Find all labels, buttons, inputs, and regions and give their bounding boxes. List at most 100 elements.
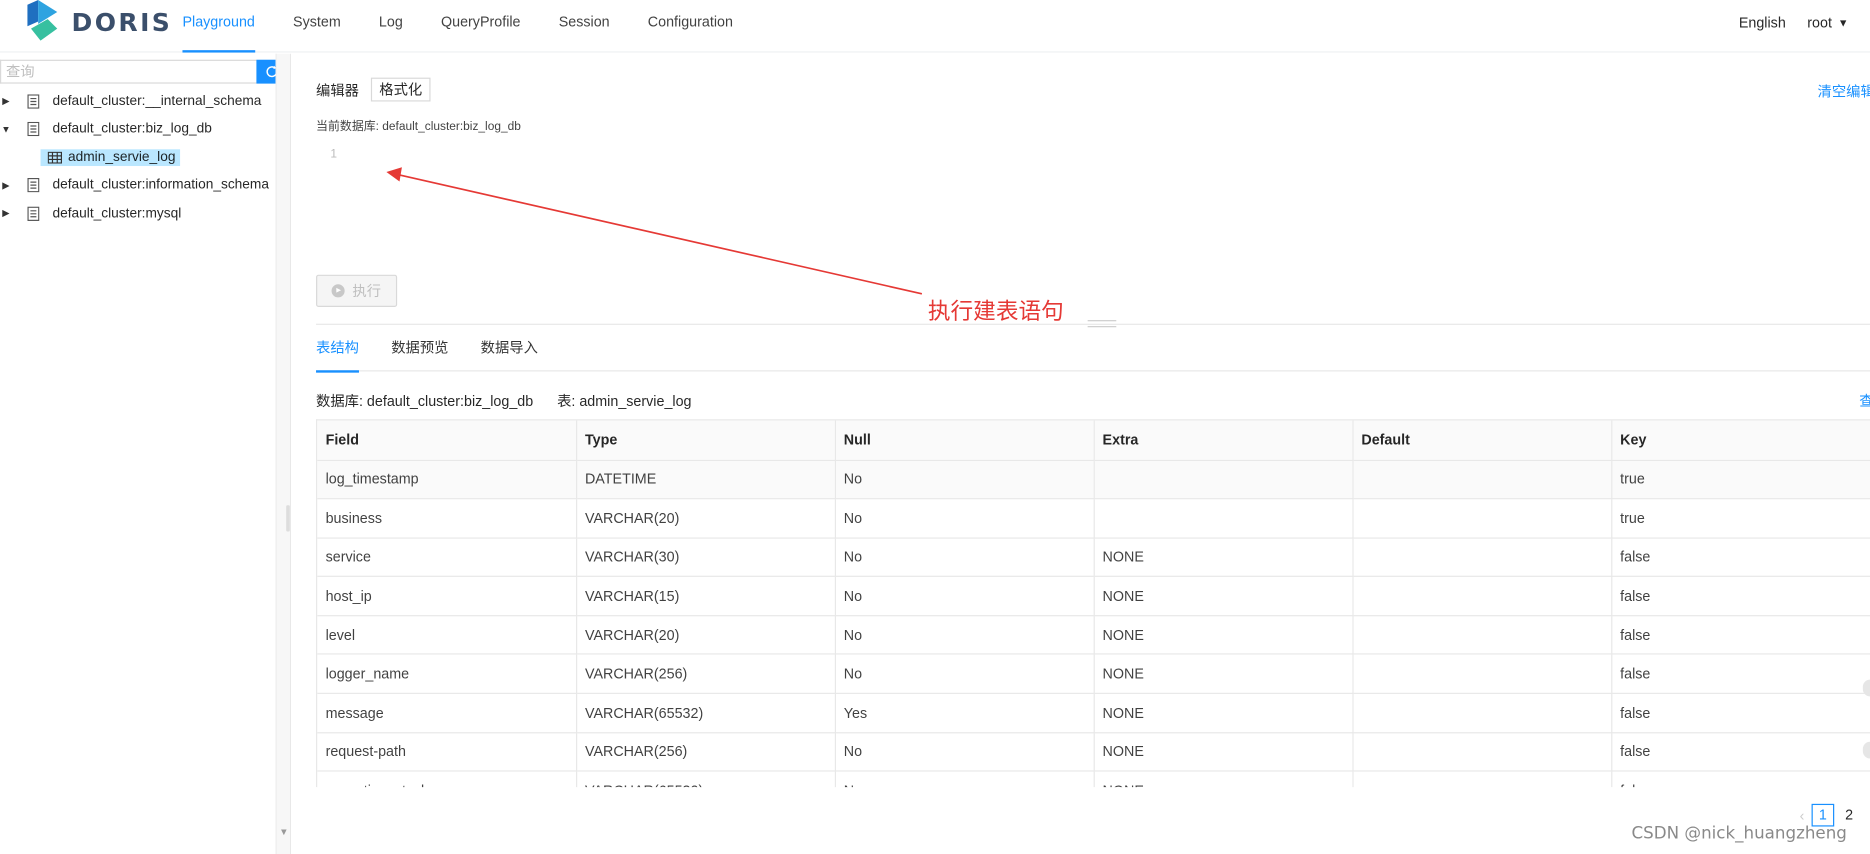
table-cell: VARCHAR(65532) xyxy=(576,693,836,733)
caret-down-icon[interactable]: ▼ xyxy=(0,124,12,135)
page-2[interactable]: 2 xyxy=(1838,804,1861,827)
table-cell: Yes xyxy=(834,693,1095,733)
table-cell: request-path xyxy=(317,732,577,772)
table-cell: VARCHAR(256) xyxy=(576,654,836,695)
tree-node-biz-log-db[interactable]: ▼ default_cluster:biz_log_db xyxy=(0,115,277,143)
table-cell: message xyxy=(317,693,577,733)
table-cell xyxy=(1352,576,1612,617)
table-meta: 数据库: default_cluster:biz_log_db 表: admin… xyxy=(316,391,691,411)
table-cell: false xyxy=(1611,615,1870,656)
sql-editor[interactable] xyxy=(345,141,1860,265)
caret-down-icon: ▼ xyxy=(1837,16,1849,29)
table-cell: NONE xyxy=(1093,654,1354,695)
caret-right-icon[interactable]: ▶ xyxy=(0,180,12,191)
table-cell: NONE xyxy=(1093,537,1354,578)
tree-node-label: default_cluster:mysql xyxy=(52,206,182,221)
table-row: request-path VARCHAR(256) No NONE false xyxy=(317,732,1870,772)
table-cell: No xyxy=(834,615,1095,656)
nav-queryprofile[interactable]: QueryProfile xyxy=(422,0,540,53)
table-cell: DATETIME xyxy=(576,459,836,500)
meta-table: 表: admin_servie_log xyxy=(557,392,692,410)
user-name: root xyxy=(1807,14,1832,32)
table-row: service VARCHAR(30) No NONE false xyxy=(317,537,1870,578)
table-row: message VARCHAR(65532) Yes NONE false xyxy=(317,693,1870,733)
run-button-label: 执行 xyxy=(352,283,382,300)
run-button[interactable]: 执行 xyxy=(316,274,398,307)
sidebar-search xyxy=(0,59,287,84)
table-cell: NONE xyxy=(1093,732,1354,772)
nav-system[interactable]: System xyxy=(274,0,360,53)
tree-node-information-schema[interactable]: ▶ default_cluster:information_schema xyxy=(0,171,277,199)
table-cell: VARCHAR(20) xyxy=(576,615,836,656)
column-header: Key xyxy=(1611,420,1870,461)
selected-table-node[interactable]: admin_servie_log xyxy=(40,149,181,166)
editor-toolbar: 编辑器 格式化 xyxy=(316,77,431,102)
nav-configuration[interactable]: Configuration xyxy=(629,0,752,53)
table-cell: level xyxy=(317,615,577,656)
clear-editor-link[interactable]: 清空编辑 xyxy=(1818,81,1870,101)
table-cell: business xyxy=(317,498,577,539)
table-row: level VARCHAR(20) No NONE false xyxy=(317,615,1870,656)
current-database: 当前数据库: default_cluster:biz_log_db xyxy=(316,120,521,134)
doris-logo[interactable]: DORIS xyxy=(24,0,172,45)
sidebar-scrollbar[interactable]: ▼ xyxy=(275,53,290,854)
table-cell: false xyxy=(1611,732,1870,772)
chevron-left-icon[interactable]: ‹ xyxy=(1800,807,1805,824)
table-cell: exception_stack xyxy=(317,771,577,788)
table-cell: NONE xyxy=(1093,771,1354,788)
meta-database: 数据库: default_cluster:biz_log_db xyxy=(316,392,534,410)
nav-session[interactable]: Session xyxy=(540,0,629,53)
floating-side-handle[interactable] xyxy=(1862,679,1870,697)
table-cell: true xyxy=(1611,459,1870,500)
table-cell: NONE xyxy=(1093,576,1354,617)
user-menu[interactable]: root ▼ xyxy=(1807,14,1848,31)
table-cell: No xyxy=(834,732,1095,772)
tree-node-internal-schema[interactable]: ▶ default_cluster:__internal_schema xyxy=(0,87,277,115)
table-cell: false xyxy=(1611,693,1870,733)
search-input[interactable] xyxy=(0,59,257,84)
table-cell: No xyxy=(834,537,1095,578)
table-row: host_ip VARCHAR(15) No NONE false xyxy=(317,576,1870,617)
table-row: exception_stack VARCHAR(65532) No NONE f… xyxy=(317,771,1870,788)
column-header: Type xyxy=(576,420,836,461)
table-cell xyxy=(1352,615,1612,656)
doris-logo-icon xyxy=(27,0,58,41)
table-cell xyxy=(1352,537,1612,578)
column-header: Null xyxy=(834,420,1095,461)
table-cell: VARCHAR(256) xyxy=(576,732,836,772)
table-cell: NONE xyxy=(1093,693,1354,733)
table-cell: VARCHAR(15) xyxy=(576,576,836,617)
scroll-down-icon[interactable]: ▼ xyxy=(279,827,288,838)
query-link[interactable]: 查 xyxy=(1859,391,1870,411)
table-cell xyxy=(1352,771,1612,788)
table-cell: No xyxy=(834,576,1095,617)
table-cell: No xyxy=(834,771,1095,788)
table-cell xyxy=(1352,732,1612,772)
tree-node-mysql[interactable]: ▶ default_cluster:mysql xyxy=(0,199,277,227)
tab-data-preview[interactable]: 数据预览 xyxy=(391,326,448,371)
sidebar-resize-handle[interactable] xyxy=(286,505,290,532)
page-1[interactable]: 1 xyxy=(1811,803,1835,827)
result-tabs: 表结构 数据预览 数据导入 xyxy=(316,326,1870,373)
nav-playground[interactable]: Playground xyxy=(163,0,274,53)
column-header: Default xyxy=(1352,420,1612,461)
tree-node-admin-servie-log[interactable]: admin_servie_log xyxy=(0,143,277,171)
table-cell xyxy=(1352,654,1612,695)
table-cell: host_ip xyxy=(317,576,577,617)
language-switch[interactable]: English xyxy=(1739,14,1786,31)
tab-data-import[interactable]: 数据导入 xyxy=(481,326,538,371)
database-sidebar: ▶ default_cluster:__internal_schema ▼ de… xyxy=(0,53,291,854)
table-cell: No xyxy=(834,459,1095,500)
playground-main: 编辑器 格式化 清空编辑 当前数据库: default_cluster:biz_… xyxy=(316,53,1870,854)
table-cell: log_timestamp xyxy=(317,459,577,500)
table-cell xyxy=(1093,498,1354,539)
tab-table-structure[interactable]: 表结构 xyxy=(316,326,360,373)
caret-right-icon[interactable]: ▶ xyxy=(0,208,12,219)
nav-log[interactable]: Log xyxy=(360,0,422,53)
format-button[interactable]: 格式化 xyxy=(370,77,431,102)
table-cell: No xyxy=(834,654,1095,695)
table-cell: logger_name xyxy=(317,654,577,695)
floating-side-handle[interactable] xyxy=(1862,741,1870,759)
tree-node-label: default_cluster:__internal_schema xyxy=(52,94,262,109)
caret-right-icon[interactable]: ▶ xyxy=(0,96,12,107)
